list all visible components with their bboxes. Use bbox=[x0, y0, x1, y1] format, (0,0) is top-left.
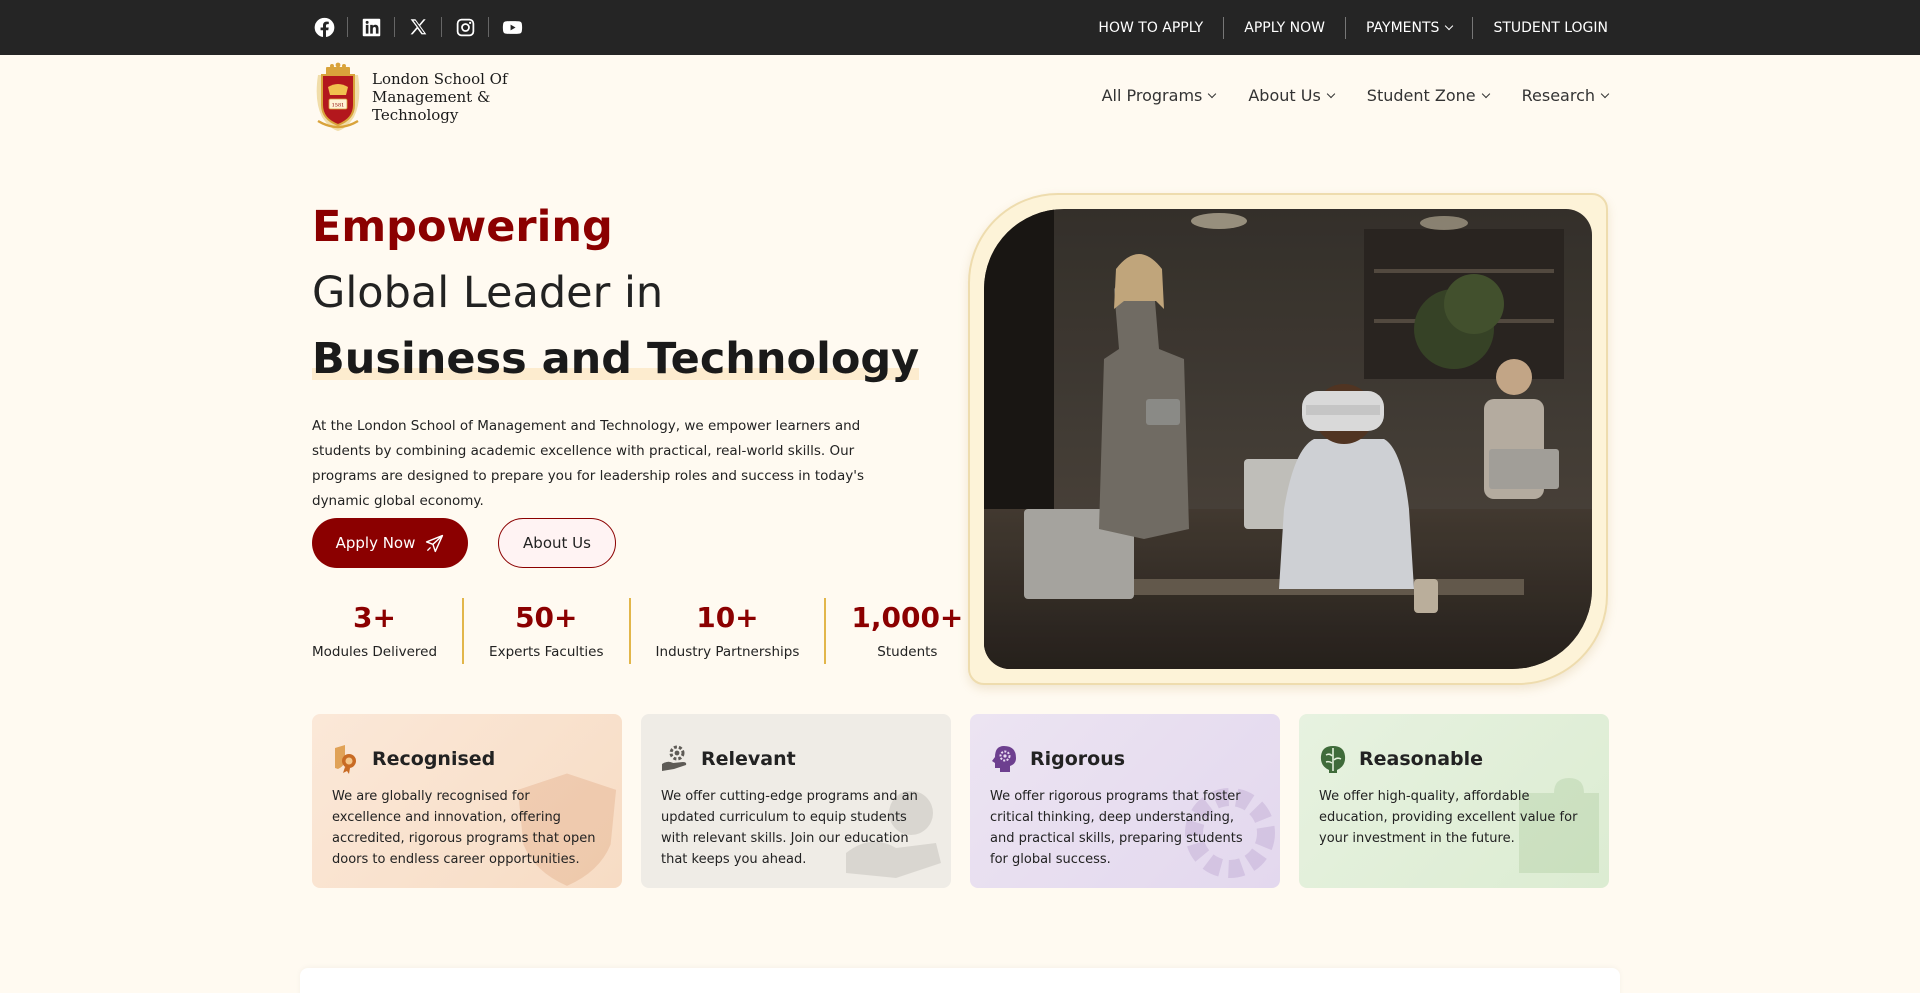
social-divider bbox=[488, 17, 489, 37]
logo-line: Management & bbox=[372, 88, 491, 106]
instagram-icon[interactable] bbox=[453, 14, 477, 40]
student-login-link[interactable]: STUDENT LOGIN bbox=[1473, 20, 1608, 36]
about-us-button[interactable]: About Us bbox=[498, 518, 616, 568]
hero-description: At the London School of Management and T… bbox=[312, 418, 865, 509]
apply-now-link[interactable]: APPLY NOW bbox=[1224, 20, 1345, 36]
feature-card-relevant: Relevant We offer cutting-edge programs … bbox=[641, 714, 951, 888]
chevron-down-icon bbox=[1481, 89, 1490, 98]
card-text: We are globally recognised for excellenc… bbox=[332, 789, 596, 867]
puzzle-brain-icon bbox=[1320, 746, 1346, 773]
main-nav: All Programs About Us Student Zone Resea… bbox=[1069, 86, 1610, 105]
office-vr-illustration bbox=[984, 209, 1592, 669]
stat-label: Students bbox=[877, 644, 938, 660]
stat-divider bbox=[462, 598, 465, 664]
chevron-down-icon bbox=[1208, 89, 1217, 98]
hero-image bbox=[984, 209, 1592, 669]
crest-year: 1581 bbox=[332, 103, 345, 109]
apply-now-label: Apply Now bbox=[335, 534, 416, 552]
top-bar: HOW TO APPLY APPLY NOW PAYMENTS STUDENT … bbox=[0, 0, 1920, 55]
stat-label: Experts Faculties bbox=[489, 644, 604, 660]
nav-research[interactable]: Research bbox=[1521, 86, 1610, 105]
stat-label: Modules Delivered bbox=[312, 644, 438, 660]
payments-dropdown[interactable]: PAYMENTS bbox=[1346, 20, 1472, 36]
top-nav: HOW TO APPLY APPLY NOW PAYMENTS STUDENT … bbox=[1078, 0, 1608, 55]
chevron-down-icon bbox=[1600, 89, 1610, 98]
nav-all-programs[interactable]: All Programs bbox=[1101, 86, 1217, 105]
hero-title-line-3-text: Business and Technology bbox=[312, 334, 920, 384]
hero-title-line-1: Empowering bbox=[312, 202, 613, 252]
next-section-panel bbox=[300, 968, 1620, 993]
nav-label: All Programs bbox=[1101, 86, 1203, 105]
crest-icon: 1581 bbox=[316, 62, 360, 131]
nav-student-zone[interactable]: Student Zone bbox=[1366, 86, 1490, 105]
hero-title-line-2: Global Leader in bbox=[312, 268, 664, 318]
nav-label: Student Zone bbox=[1366, 86, 1476, 105]
social-divider bbox=[394, 17, 395, 37]
card-text: We offer cutting-edge programs and an up… bbox=[661, 789, 918, 867]
feature-card-recognised: Recognised We are globally recognised fo… bbox=[312, 714, 622, 888]
stat-modules: 3+ Modules Delivered bbox=[312, 598, 437, 664]
how-to-apply-link[interactable]: HOW TO APPLY bbox=[1078, 20, 1223, 36]
logo-line: London School Of bbox=[372, 70, 508, 88]
stat-experts: 50+ Experts Faculties bbox=[489, 598, 603, 664]
card-title: Reasonable bbox=[1359, 748, 1484, 770]
nav-about-us[interactable]: About Us bbox=[1248, 86, 1336, 105]
feature-card-reasonable: Reasonable We offer high-quality, afford… bbox=[1299, 714, 1609, 888]
stat-divider bbox=[824, 598, 827, 664]
hero-image-frame bbox=[968, 193, 1608, 685]
card-text: We offer rigorous programs that foster c… bbox=[990, 789, 1243, 867]
stat-divider bbox=[628, 598, 631, 664]
social-links bbox=[312, 14, 524, 40]
award-badge-icon bbox=[335, 745, 356, 774]
nav-label: About Us bbox=[1248, 86, 1321, 105]
social-divider bbox=[347, 17, 348, 37]
facebook-icon[interactable] bbox=[312, 14, 336, 40]
card-text: We offer high-quality, affordable educat… bbox=[1319, 789, 1578, 846]
stat-students: 1,000+ Students bbox=[851, 598, 963, 664]
paper-plane-icon bbox=[426, 534, 444, 552]
logo-line: Technology bbox=[372, 106, 459, 124]
stat-label: Industry Partnerships bbox=[655, 644, 800, 660]
card-title: Recognised bbox=[372, 748, 496, 770]
stat-number: 1,000+ bbox=[851, 601, 964, 634]
site-logo[interactable]: 1581 London School Of Management & Techn… bbox=[312, 60, 512, 134]
linkedin-icon[interactable] bbox=[359, 14, 383, 40]
stat-number: 3+ bbox=[353, 601, 396, 634]
logo-text: London School Of Management & Technology bbox=[372, 70, 512, 124]
hero-title-line-3: Business and Technology bbox=[312, 334, 920, 384]
feature-card-rigorous: Rigorous We offer rigorous programs that… bbox=[970, 714, 1280, 888]
chevron-down-icon bbox=[1326, 89, 1336, 98]
social-divider bbox=[441, 17, 442, 37]
card-title: Rigorous bbox=[1030, 748, 1126, 770]
nav-label: Research bbox=[1521, 86, 1595, 105]
apply-now-button[interactable]: Apply Now bbox=[312, 518, 468, 568]
brain-gear-icon bbox=[992, 746, 1016, 772]
x-twitter-icon[interactable] bbox=[406, 14, 430, 40]
stat-number: 10+ bbox=[696, 601, 759, 634]
hand-gear-icon bbox=[662, 745, 687, 771]
youtube-icon[interactable] bbox=[500, 14, 524, 40]
stat-partnerships: 10+ Industry Partnerships bbox=[656, 598, 800, 664]
chevron-down-icon bbox=[1445, 21, 1454, 30]
stats-row: 3+ Modules Delivered 50+ Experts Faculti… bbox=[312, 598, 963, 664]
payments-label: PAYMENTS bbox=[1366, 19, 1440, 36]
stat-number: 50+ bbox=[515, 601, 578, 634]
card-title: Relevant bbox=[701, 748, 796, 770]
